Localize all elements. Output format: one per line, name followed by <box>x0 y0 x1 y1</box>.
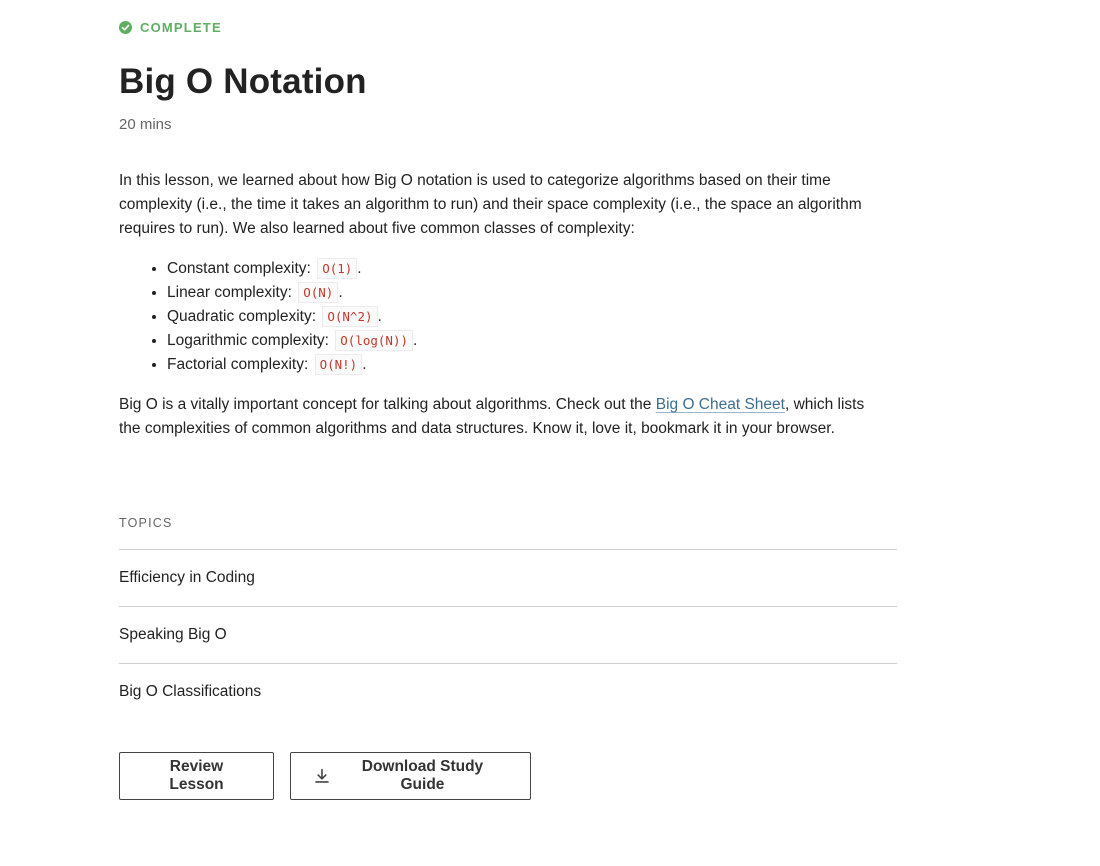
complexity-label: Linear complexity: <box>167 284 292 301</box>
complexity-suffix: . <box>362 356 367 373</box>
complexity-suffix: . <box>377 308 382 325</box>
review-lesson-label: Review Lesson <box>169 758 224 793</box>
topics-list: Efficiency in Coding Speaking Big O Big … <box>119 549 897 720</box>
topic-item-efficiency-in-coding[interactable]: Efficiency in Coding <box>119 549 897 606</box>
lesson-summary: In this lesson, we learned about how Big… <box>119 169 889 441</box>
complexity-suffix: . <box>338 284 343 301</box>
download-study-guide-label: Download Study Guide <box>361 758 484 793</box>
topic-item-speaking-big-o[interactable]: Speaking Big O <box>119 606 897 663</box>
intro-paragraph: In this lesson, we learned about how Big… <box>119 172 862 237</box>
list-item: Logarithmic complexity: O(log(N)). <box>167 329 889 353</box>
cheat-sheet-link[interactable]: Big O Cheat Sheet <box>656 396 785 413</box>
review-lesson-button[interactable]: Review Lesson <box>119 752 274 800</box>
complexity-label: Factorial complexity: <box>167 356 309 373</box>
lesson-actions: Review Lesson Download Study Guide <box>119 752 531 800</box>
list-item: Linear complexity: O(N). <box>167 281 889 305</box>
complexity-label: Constant complexity: <box>167 260 311 277</box>
complexity-code: O(1) <box>317 258 358 279</box>
complexity-code: O(N) <box>298 282 339 303</box>
complexity-label: Quadratic complexity: <box>167 308 317 325</box>
complexity-suffix: . <box>413 332 418 349</box>
page-title: Big O Notation <box>119 62 367 101</box>
outro-text-before: Big O is a vitally important concept for… <box>119 396 656 413</box>
complexity-code: O(N^2) <box>322 306 378 327</box>
topics-heading: TOPICS <box>119 516 173 530</box>
check-circle-icon <box>119 20 132 34</box>
topic-item-big-o-classifications[interactable]: Big O Classifications <box>119 663 897 720</box>
complexity-suffix: . <box>357 260 362 277</box>
download-study-guide-button[interactable]: Download Study Guide <box>290 752 531 800</box>
complexity-code: O(log(N)) <box>335 330 413 351</box>
list-item: Factorial complexity: O(N!). <box>167 353 889 377</box>
complexity-code: O(N!) <box>314 354 363 375</box>
complexity-label: Logarithmic complexity: <box>167 332 329 349</box>
lesson-duration: 20 mins <box>119 116 172 133</box>
list-item: Constant complexity: O(1). <box>167 257 889 281</box>
complexity-list: Constant complexity: O(1). Linear comple… <box>119 257 889 377</box>
status-label: COMPLETE <box>140 19 222 35</box>
download-icon <box>315 768 329 783</box>
outro-paragraph: Big O is a vitally important concept for… <box>119 393 889 441</box>
completion-status: COMPLETE <box>119 19 222 35</box>
list-item: Quadratic complexity: O(N^2). <box>167 305 889 329</box>
